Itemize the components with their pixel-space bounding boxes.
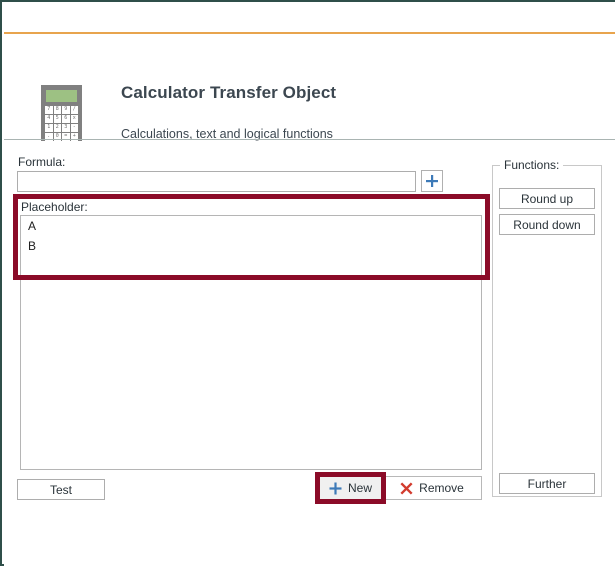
calculator-key: 9: [62, 106, 70, 114]
calculator-key: 2: [53, 124, 61, 132]
placeholder-listbox[interactable]: A B: [20, 215, 482, 470]
calculator-transfer-object-window: 7 8 9 / 4 5 6 x 1 2 3 - . 0 = + Calculat…: [0, 0, 615, 566]
formula-input[interactable]: [17, 171, 416, 192]
new-button-label: New: [347, 481, 372, 495]
calculator-key: 8: [53, 106, 61, 114]
x-icon: [400, 481, 413, 495]
calculator-screen-icon: [46, 90, 77, 102]
calculator-key: 7: [45, 106, 53, 114]
calculator-key: /: [70, 106, 78, 114]
add-formula-button[interactable]: [421, 170, 443, 192]
calculator-icon: 7 8 9 / 4 5 6 x 1 2 3 - . 0 = +: [41, 85, 82, 145]
plus-icon: [426, 175, 438, 187]
calculator-key: 6: [62, 115, 70, 123]
new-button[interactable]: New: [319, 476, 382, 500]
formula-label: Formula:: [18, 155, 66, 169]
calculator-key: 3: [62, 124, 70, 132]
list-item[interactable]: B: [21, 236, 481, 256]
header-divider: [4, 139, 615, 140]
placeholder-label: Placeholder:: [21, 200, 88, 214]
plus-icon: [329, 482, 342, 494]
title-block: Calculator Transfer Object Calculations,…: [121, 83, 541, 141]
calculator-key: x: [70, 115, 78, 123]
list-item[interactable]: A: [21, 216, 481, 236]
header-banner: 7 8 9 / 4 5 6 x 1 2 3 - . 0 = + Calculat…: [4, 35, 615, 145]
calculator-keys-icon: 7 8 9 / 4 5 6 x 1 2 3 - . 0 = +: [45, 106, 78, 141]
round-down-button[interactable]: Round down: [499, 214, 595, 235]
calculator-key: -: [70, 124, 78, 132]
accent-rule: [4, 32, 615, 34]
further-button[interactable]: Further: [499, 473, 595, 494]
page-title: Calculator Transfer Object: [121, 83, 337, 102]
calculator-key: 1: [45, 124, 53, 132]
remove-button[interactable]: Remove: [383, 476, 482, 500]
test-button[interactable]: Test: [17, 479, 105, 500]
functions-legend: Functions:: [500, 158, 564, 172]
round-up-button[interactable]: Round up: [499, 188, 595, 209]
remove-button-label: Remove: [419, 481, 464, 495]
calculator-key: 5: [53, 115, 61, 123]
calculator-key: 4: [45, 115, 53, 123]
